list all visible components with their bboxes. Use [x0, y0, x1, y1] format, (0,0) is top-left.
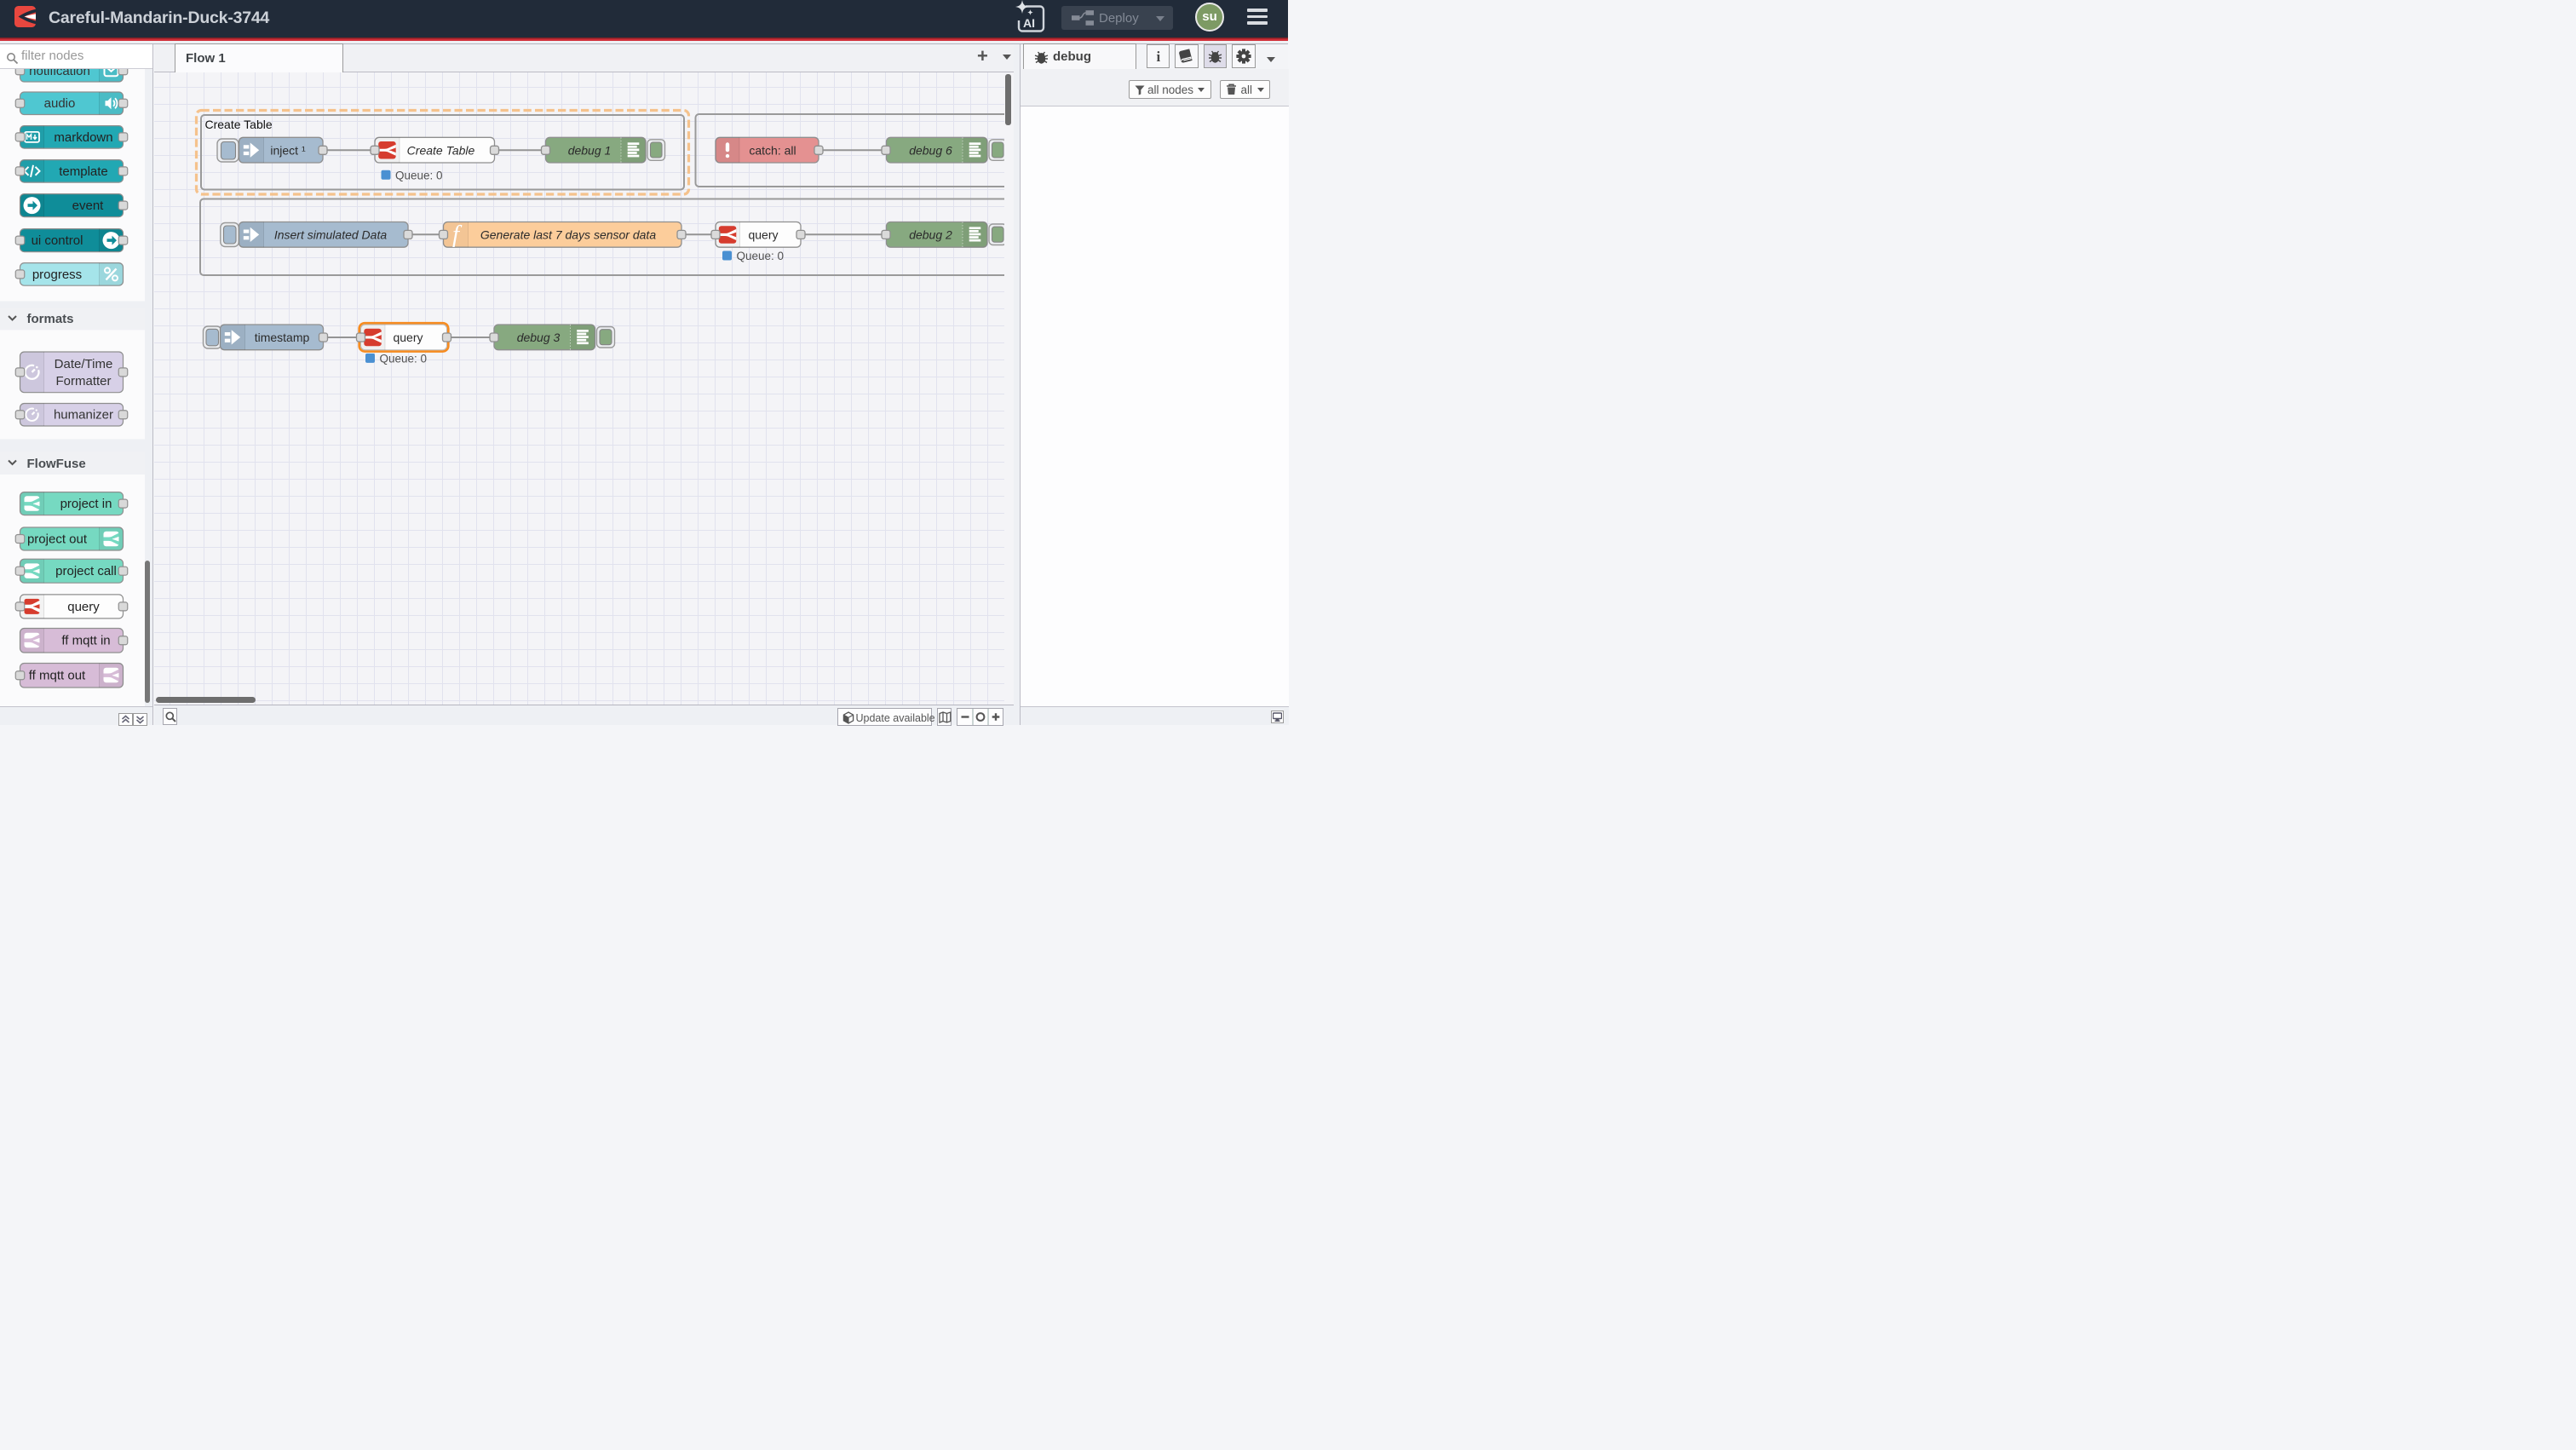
svg-text:project in: project in — [60, 497, 112, 511]
svg-text:Queue: 0: Queue: 0 — [737, 250, 785, 262]
svg-text:markdown: markdown — [54, 130, 112, 145]
svg-text:debug 1: debug 1 — [568, 143, 612, 157]
svg-text:debug 6: debug 6 — [909, 143, 952, 157]
svg-text:ui control: ui control — [32, 233, 83, 248]
svg-text:Date/Time: Date/Time — [55, 357, 113, 371]
svg-text:project call: project call — [55, 564, 117, 578]
svg-text:debug 3: debug 3 — [517, 331, 561, 344]
svg-text:FlowFuse: FlowFuse — [27, 457, 86, 471]
svg-text:query: query — [393, 331, 423, 344]
svg-text:formats: formats — [27, 312, 74, 326]
svg-text:Create Table: Create Table — [407, 143, 475, 157]
svg-text:template: template — [59, 164, 108, 179]
svg-text:humanizer: humanizer — [54, 408, 113, 423]
svg-text:Formatter: Formatter — [55, 374, 111, 388]
svg-text:audio: audio — [44, 96, 76, 111]
svg-text:Queue: 0: Queue: 0 — [380, 353, 428, 365]
svg-text:catch: all: catch: all — [749, 143, 796, 157]
svg-text:query: query — [748, 227, 778, 241]
svg-text:Create Table: Create Table — [205, 118, 273, 131]
svg-text:ff mqtt out: ff mqtt out — [29, 669, 86, 683]
svg-text:inject ¹: inject ¹ — [270, 143, 306, 157]
svg-text:AI: AI — [1023, 16, 1035, 30]
svg-text:progress: progress — [32, 268, 82, 282]
svg-text:debug 2: debug 2 — [909, 227, 952, 241]
svg-text:Generate last 7 days sensor da: Generate last 7 days sensor data — [480, 227, 656, 241]
svg-text:Insert simulated Data: Insert simulated Data — [274, 227, 387, 241]
svg-text:Queue: 0: Queue: 0 — [395, 170, 443, 182]
svg-text:query: query — [67, 600, 100, 614]
svg-text:timestamp: timestamp — [255, 331, 310, 344]
svg-text:project out: project out — [27, 532, 88, 547]
svg-text:event: event — [72, 199, 105, 213]
svg-text:notification: notification — [29, 69, 90, 78]
svg-text:ff mqtt in: ff mqtt in — [61, 634, 110, 648]
